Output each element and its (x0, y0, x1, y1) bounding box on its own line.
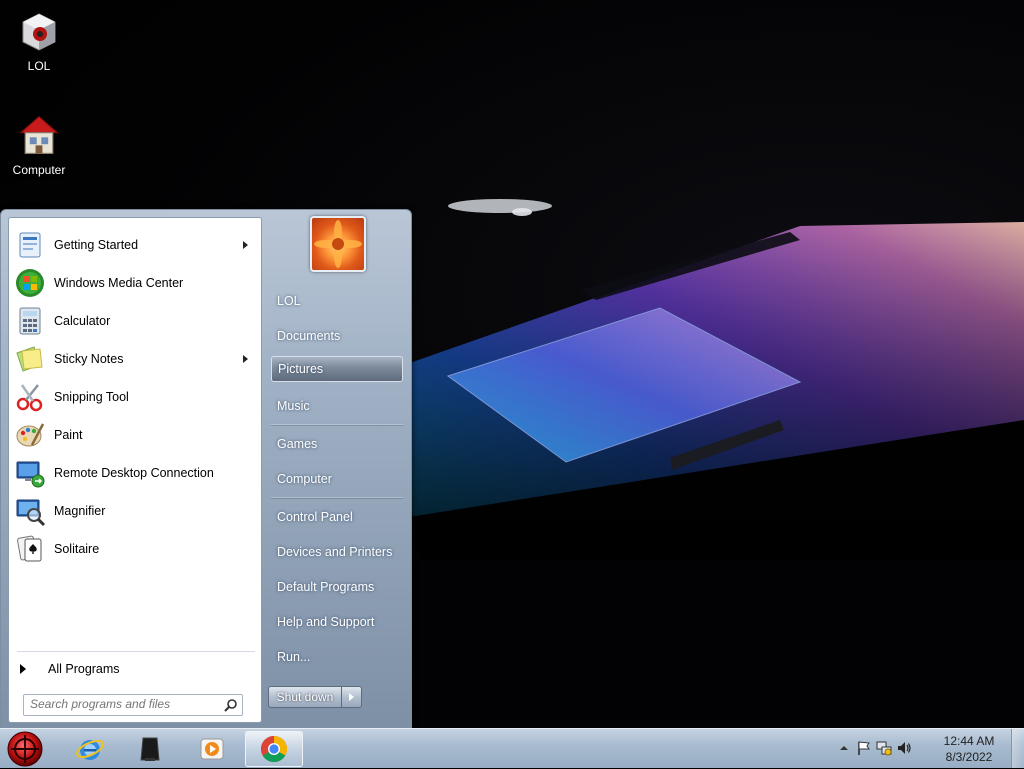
chrome-icon (260, 735, 288, 763)
desktop-icon-lol[interactable]: LOL (1, 12, 77, 73)
action-center-flag-icon[interactable] (856, 740, 872, 756)
place-help-and-support[interactable]: Help and Support (271, 609, 403, 635)
programs-pane: Getting Started Windows Media Center Cal… (8, 217, 262, 723)
sticky-notes-icon (16, 346, 43, 372)
program-remote-desktop-connection[interactable]: Remote Desktop Connection (12, 455, 258, 491)
computer-house-icon (19, 115, 59, 154)
program-getting-started[interactable]: Getting Started (12, 227, 258, 263)
place-run[interactable]: Run... (271, 644, 403, 670)
calculator-icon (19, 307, 41, 335)
clock-date: 8/3/2022 (945, 750, 993, 764)
program-label: Paint (54, 428, 83, 442)
program-solitaire[interactable]: Solitaire (12, 531, 258, 567)
shutdown-button[interactable]: Shut down (268, 686, 342, 708)
program-sticky-notes[interactable]: Sticky Notes (12, 341, 258, 377)
start-button[interactable] (6, 730, 44, 768)
place-devices-and-printers[interactable]: Devices and Printers (271, 539, 403, 565)
media-player-icon (200, 738, 224, 760)
clock[interactable]: 12:44 AM 8/3/2022 (934, 733, 1004, 765)
divider (17, 651, 255, 652)
search-input[interactable] (30, 697, 216, 711)
desktop-icon-computer[interactable]: Computer (1, 112, 77, 177)
show-desktop-button[interactable] (1011, 729, 1024, 768)
taskbar: 12:44 AM 8/3/2022 (0, 728, 1024, 768)
program-label: Remote Desktop Connection (54, 466, 214, 480)
shutdown-options-button[interactable] (341, 686, 362, 708)
desktop-icon-label: LOL (27, 59, 51, 73)
place-computer[interactable]: Computer (271, 466, 403, 492)
network-icon[interactable] (876, 740, 892, 756)
all-programs-button[interactable]: All Programs (17, 658, 255, 680)
solitaire-icon (17, 535, 42, 562)
place-music[interactable]: Music (271, 393, 403, 419)
flower-icon (314, 220, 362, 268)
program-label: Getting Started (54, 238, 139, 252)
program-label: Windows Media Center (54, 276, 184, 290)
program-snipping-tool[interactable]: Snipping Tool (12, 379, 258, 415)
submenu-arrow-icon[interactable] (243, 241, 248, 249)
place-pictures[interactable]: Pictures (271, 356, 403, 382)
search-programs-box[interactable] (23, 694, 243, 716)
place-default-programs[interactable]: Default Programs (271, 574, 403, 600)
volume-icon[interactable] (896, 740, 912, 756)
all-programs-label: All Programs (48, 662, 120, 676)
taskbar-device[interactable] (121, 731, 179, 767)
place-user-folder[interactable]: LOL (271, 288, 403, 314)
remote-desktop-icon (16, 461, 45, 488)
desktop-icon-label: Computer (12, 163, 66, 177)
getting-started-icon (19, 232, 41, 258)
snipping-tool-icon (16, 384, 43, 412)
search-icon[interactable] (224, 698, 238, 712)
program-calculator[interactable]: Calculator (12, 303, 258, 339)
paint-icon (16, 423, 45, 447)
magnifier-icon (16, 499, 46, 527)
place-documents[interactable]: Documents (271, 323, 403, 349)
divider (271, 424, 403, 425)
program-label: Solitaire (54, 542, 100, 556)
device-tower-icon (140, 737, 160, 761)
program-windows-media-center[interactable]: Windows Media Center (12, 265, 258, 301)
start-menu: Getting Started Windows Media Center Cal… (0, 209, 412, 729)
internet-explorer-icon (76, 739, 104, 760)
arrow-right-icon (349, 693, 354, 701)
shutdown-control: Shut down (268, 686, 362, 708)
user-picture-flower[interactable] (310, 216, 366, 272)
program-label: Calculator (54, 314, 111, 328)
submenu-arrow-icon[interactable] (243, 355, 248, 363)
divider (271, 497, 403, 498)
clock-time: 12:44 AM (943, 734, 995, 748)
program-label: Magnifier (54, 504, 106, 518)
windows-media-center-icon (16, 269, 44, 297)
program-label: Sticky Notes (54, 352, 124, 366)
show-hidden-icons-icon[interactable] (836, 740, 852, 756)
program-magnifier[interactable]: Magnifier (12, 493, 258, 529)
program-paint[interactable]: Paint (12, 417, 258, 453)
taskbar-media-player[interactable] (183, 731, 241, 767)
places-pane: LOL Documents Pictures Music Games Compu… (263, 210, 411, 728)
media-player-cube-icon (22, 13, 56, 51)
taskbar-chrome[interactable] (245, 731, 303, 767)
program-label: Snipping Tool (54, 390, 129, 404)
place-control-panel[interactable]: Control Panel (271, 504, 403, 530)
taskbar-internet-explorer[interactable] (61, 731, 119, 767)
place-games[interactable]: Games (271, 431, 403, 457)
expand-arrow-icon (20, 664, 26, 674)
system-tray: 12:44 AM 8/3/2022 (834, 729, 1024, 769)
